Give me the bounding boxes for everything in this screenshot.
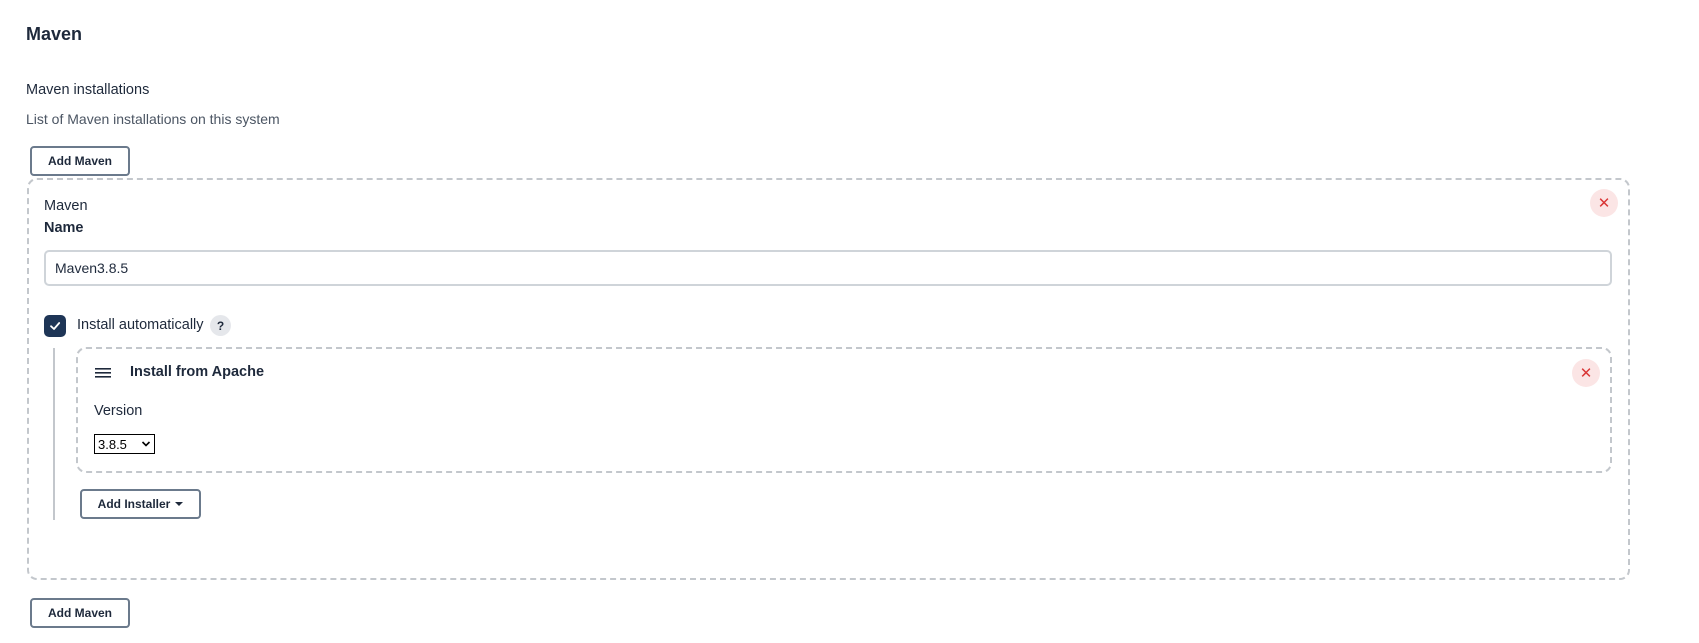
installation-header: Maven [44, 198, 88, 214]
close-icon: ✕ [1579, 365, 1593, 382]
help-icon[interactable]: ? [210, 315, 231, 336]
nested-indent-line [53, 348, 55, 520]
version-selected-value: 3.8.5 [98, 436, 127, 452]
maven-installations-label: Maven installations [26, 82, 150, 98]
install-automatically-checkbox[interactable] [44, 315, 66, 337]
drag-handle-icon[interactable] [95, 366, 111, 380]
installer-title: Install from Apache [130, 364, 265, 380]
maven-installations-description: List of Maven installations on this syst… [26, 111, 280, 127]
delete-installer-button[interactable]: ✕ [1572, 359, 1600, 387]
maven-config-page: Maven Maven installations List of Maven … [0, 0, 1699, 643]
name-input[interactable] [44, 250, 1612, 286]
chevron-down-icon [141, 441, 151, 447]
install-automatically-label: Install automatically [77, 317, 204, 333]
add-maven-button-bottom[interactable]: Add Maven [30, 598, 130, 628]
add-installer-button[interactable]: Add Installer [80, 489, 201, 519]
version-label: Version [94, 403, 143, 419]
checkmark-icon [50, 322, 61, 330]
caret-down-icon [175, 502, 184, 506]
section-title: Maven [26, 24, 83, 44]
installer-container [76, 347, 1612, 473]
close-icon: ✕ [1597, 195, 1611, 212]
add-maven-button-top[interactable]: Add Maven [30, 146, 130, 176]
delete-installation-button[interactable]: ✕ [1590, 189, 1618, 217]
version-select[interactable]: 3.8.5 [94, 434, 155, 454]
name-label: Name [44, 220, 84, 236]
add-installer-label: Add Installer [97, 497, 171, 511]
